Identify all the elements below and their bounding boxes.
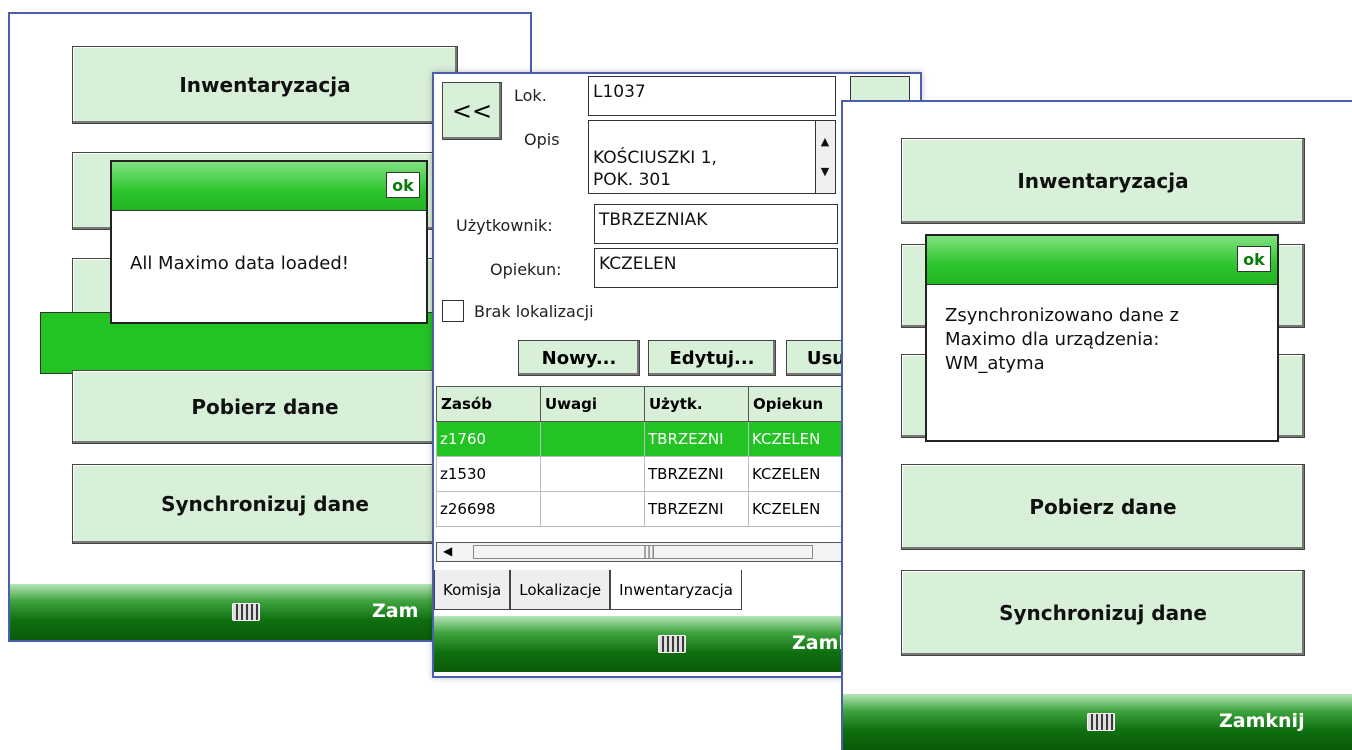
horizontal-scrollbar[interactable]: ◀ ||| — [436, 542, 848, 562]
lok-label: Lok. — [514, 86, 547, 105]
dialog-message: All Maximo data loaded! — [130, 253, 349, 274]
close-button[interactable]: Zamknij — [1219, 710, 1305, 732]
table-cell: TBRZEZNI — [644, 421, 749, 457]
ok-button[interactable]: ok — [386, 172, 420, 198]
new-button[interactable]: Nowy... — [518, 340, 640, 376]
dialog-title-bar: ok — [112, 162, 426, 211]
tab-lokalizacje[interactable]: Lokalizacje — [510, 570, 611, 610]
scroll-thumb[interactable] — [473, 545, 813, 559]
keyboard-icon[interactable] — [232, 603, 260, 621]
assets-table: Zasób Uwagi Użytk. Opiekun z1760 TBRZEZN… — [436, 386, 851, 527]
arrow-left-icon[interactable]: ◀ — [443, 544, 452, 558]
no-location-label: Brak lokalizacji — [474, 302, 594, 321]
close-button[interactable]: Zam — [372, 600, 418, 622]
table-cell: KCZELEN — [748, 456, 851, 492]
keeper-field[interactable]: KCZELEN — [594, 248, 838, 288]
opis-field[interactable]: KOŚCIUSZKI 1, POK. 301 ▲ ▼ — [588, 120, 836, 194]
opis-scrollbar[interactable]: ▲ ▼ — [815, 121, 835, 193]
download-data-button[interactable]: Pobierz dane — [72, 370, 458, 444]
arrow-down-icon[interactable]: ▼ — [818, 161, 832, 183]
table-cell — [540, 491, 645, 527]
no-location-checkbox[interactable] — [442, 300, 464, 322]
edit-button[interactable]: Edytuj... — [648, 340, 776, 376]
tab-komisja[interactable]: Komisja — [434, 570, 511, 610]
table-cell: z1760 — [436, 421, 541, 457]
table-row[interactable]: z1760 TBRZEZNI KCZELEN — [436, 421, 851, 457]
dialog-message: Zsynchronizowano dane z Maximo dla urząd… — [945, 305, 1179, 374]
table-row[interactable]: z1530 TBRZEZNI KCZELEN — [436, 456, 851, 492]
table-cell: TBRZEZNI — [644, 456, 749, 492]
inventory-button[interactable]: Inwentaryzacja — [72, 46, 458, 124]
opis-value: KOŚCIUSZKI 1, POK. 301 — [593, 148, 717, 190]
back-button[interactable]: << — [442, 82, 502, 140]
taskbar: Zamknij — [843, 694, 1352, 750]
sync-data-button[interactable]: Synchronizuj dane — [901, 570, 1305, 656]
table-cell — [540, 456, 645, 492]
lok-field[interactable]: L1037 — [588, 76, 836, 116]
opis-label: Opis — [524, 130, 560, 149]
column-header[interactable]: Zasób — [436, 386, 541, 422]
message-dialog: ok Zsynchronizowano dane z Maximo dla ur… — [925, 234, 1279, 442]
keeper-label: Opiekun: — [490, 260, 562, 279]
table-row[interactable]: z26698 TBRZEZNI KCZELEN — [436, 491, 851, 527]
column-header[interactable]: Opiekun — [748, 386, 851, 422]
keyboard-icon[interactable] — [658, 635, 686, 653]
tab-bar: Komisja Lokalizacje Inwentaryzacja — [434, 570, 742, 610]
user-field[interactable]: TBRZEZNIAK — [594, 204, 838, 244]
table-cell: TBRZEZNI — [644, 491, 749, 527]
column-header[interactable]: Użytk. — [644, 386, 749, 422]
tab-inwentaryzacja[interactable]: Inwentaryzacja — [610, 570, 742, 610]
sync-data-button[interactable]: Synchronizuj dane — [72, 464, 458, 544]
dialog-title-bar: ok — [927, 236, 1277, 285]
message-dialog: ok All Maximo data loaded! — [110, 160, 428, 324]
table-cell: KCZELEN — [748, 421, 851, 457]
table-cell: z1530 — [436, 456, 541, 492]
ok-button[interactable]: ok — [1237, 246, 1271, 272]
right-screen: Inwentaryzacja Pobierz dane Synchronizuj… — [841, 100, 1352, 750]
download-data-button[interactable]: Pobierz dane — [901, 464, 1305, 550]
arrow-up-icon[interactable]: ▲ — [818, 131, 832, 153]
table-header-row: Zasób Uwagi Użytk. Opiekun — [436, 386, 851, 422]
user-label: Użytkownik: — [456, 216, 553, 235]
column-header[interactable]: Uwagi — [540, 386, 645, 422]
keyboard-icon[interactable] — [1087, 713, 1115, 731]
inventory-button[interactable]: Inwentaryzacja — [901, 138, 1305, 224]
table-cell — [540, 421, 645, 457]
table-cell: KCZELEN — [748, 491, 851, 527]
table-cell: z26698 — [436, 491, 541, 527]
